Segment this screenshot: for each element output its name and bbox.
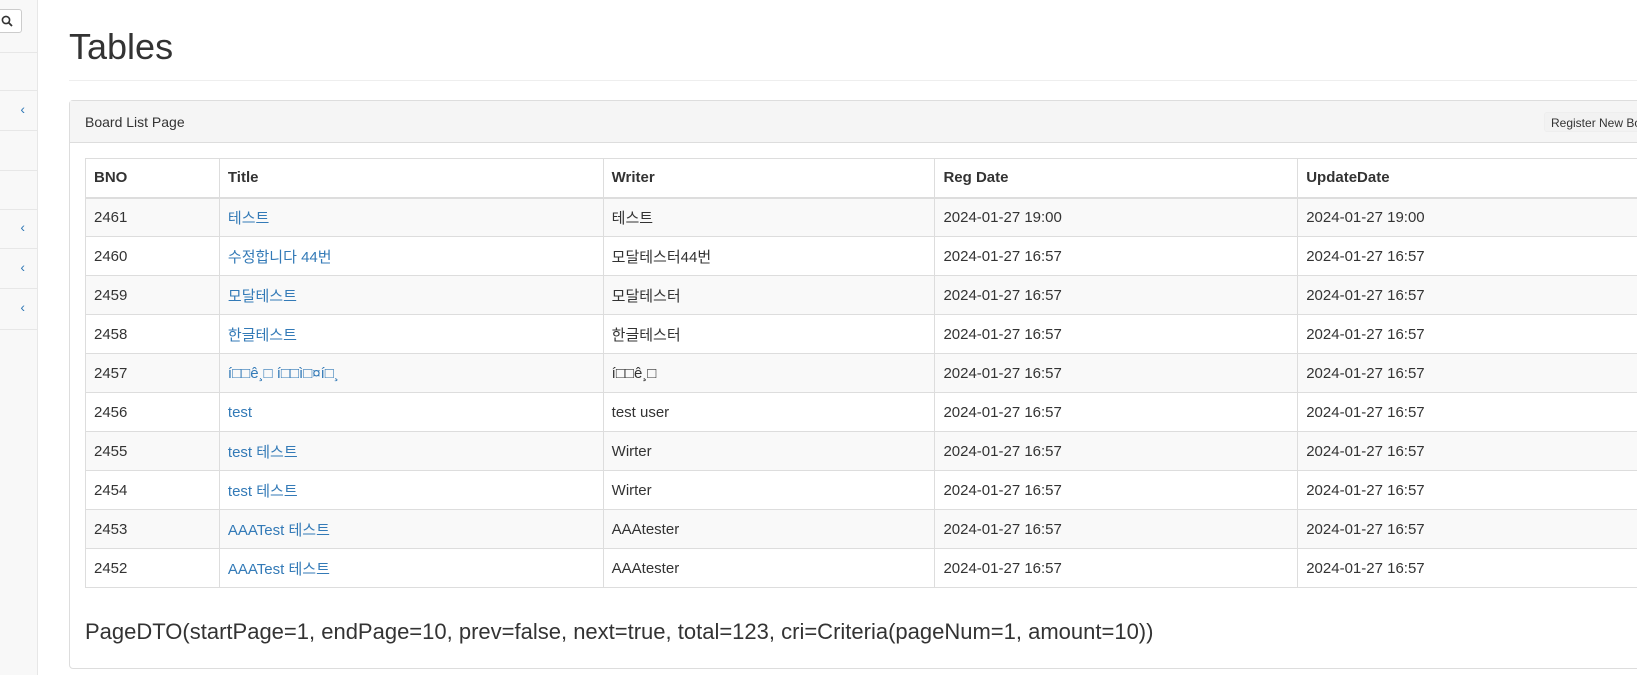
sidebar-item-1[interactable]	[0, 53, 38, 91]
sidebar-item-5[interactable]: ‹	[0, 210, 38, 249]
table-row: 2457 í□□ê¸□ í□□ì□¤í□¸ í□□ê¸□ 2024-01-27 16:…	[85, 353, 1637, 393]
board-title-link[interactable]: 테스트	[228, 210, 269, 227]
cell-bno: 2458	[85, 314, 220, 354]
cell-bno: 2454	[85, 470, 220, 510]
cell-title: 한글테스트	[218, 314, 604, 354]
cell-title: AAATest 테스트	[218, 509, 604, 549]
board-panel: Board List Page Register New Bo BNO Titl…	[69, 100, 1637, 669]
cell-writer: 테스트	[602, 197, 936, 237]
page-title: Tables	[69, 26, 174, 67]
cell-title: AAATest 테스트	[218, 548, 604, 588]
board-title-link[interactable]: test 테스트	[228, 483, 298, 500]
cell-update-date: 2024-01-27 16:57	[1297, 509, 1637, 549]
cell-reg-date: 2024-01-27 16:57	[934, 275, 1299, 315]
cell-reg-date: 2024-01-27 16:57	[934, 548, 1299, 588]
table-row: 2460 수정합니다 44번 모달테스터44번 2024-01-27 16:57 202…	[85, 236, 1637, 276]
header-writer: Writer	[602, 158, 936, 199]
table-row: 2453 AAATest 테스트 AAAtester 2024-01-27 16:57…	[85, 509, 1637, 549]
board-title-link[interactable]: test	[228, 404, 252, 421]
board-title-link[interactable]: AAATest 테스트	[228, 561, 330, 578]
header-bno: BNO	[85, 158, 220, 199]
panel-heading: Board List Page Register New Bo	[70, 101, 1637, 143]
cell-bno: 2460	[85, 236, 220, 276]
chevron-left-icon: ‹	[20, 259, 25, 275]
cell-reg-date: 2024-01-27 16:57	[934, 431, 1299, 471]
cell-writer: Wirter	[602, 470, 936, 510]
cell-reg-date: 2024-01-27 16:57	[934, 470, 1299, 510]
cell-writer: test user	[602, 392, 936, 432]
cell-update-date: 2024-01-27 16:57	[1297, 275, 1637, 315]
header-update-date: UpdateDate	[1297, 158, 1637, 199]
sidebar-item-6[interactable]: ‹	[0, 249, 38, 289]
cell-title: 모달테스트	[218, 275, 604, 315]
board-title-link[interactable]: AAATest 테스트	[228, 522, 330, 539]
cell-title: test	[218, 392, 604, 432]
cell-update-date: 2024-01-27 16:57	[1297, 548, 1637, 588]
table-row: 2459 모달테스트 모달테스터 2024-01-27 16:57 2024-01-27…	[85, 275, 1637, 315]
cell-title: 수정합니다 44번	[218, 236, 604, 276]
cell-bno: 2453	[85, 509, 220, 549]
sidebar: ‹ ‹ ‹ ‹	[0, 0, 38, 675]
cell-update-date: 2024-01-27 16:57	[1297, 392, 1637, 432]
cell-update-date: 2024-01-27 16:57	[1297, 314, 1637, 354]
page-dto-text: PageDTO(startPage=1, endPage=10, prev=fa…	[85, 619, 1154, 644]
sidebar-item-3[interactable]	[0, 131, 38, 171]
cell-update-date: 2024-01-27 16:57	[1297, 431, 1637, 471]
board-title-link[interactable]: 수정합니다 44번	[228, 249, 332, 266]
board-title-link[interactable]: í□□ê¸□ í□□ì□¤í□¸	[228, 365, 339, 382]
cell-writer: 모달테스터	[602, 275, 936, 315]
sidebar-item-7[interactable]: ‹	[0, 289, 38, 330]
panel-title: Board List Page	[85, 114, 185, 130]
table-row: 2458 한글테스트 한글테스터 2024-01-27 16:57 2024-01-27…	[85, 314, 1637, 354]
cell-writer: AAAtester	[602, 548, 936, 588]
cell-writer: AAAtester	[602, 509, 936, 549]
table-row: 2461 테스트 테스트 2024-01-27 19:00 2024-01-27 19:…	[85, 197, 1637, 237]
cell-title: test 테스트	[218, 431, 604, 471]
cell-update-date: 2024-01-27 16:57	[1297, 236, 1637, 276]
board-title-link[interactable]: test 테스트	[228, 444, 298, 461]
cell-reg-date: 2024-01-27 16:57	[934, 314, 1299, 354]
cell-writer: 한글테스터	[602, 314, 936, 354]
cell-reg-date: 2024-01-27 16:57	[934, 392, 1299, 432]
chevron-left-icon: ‹	[20, 101, 25, 117]
board-title-link[interactable]: 모달테스트	[228, 288, 297, 305]
header-reg-date: Reg Date	[934, 158, 1299, 199]
cell-bno: 2452	[85, 548, 220, 588]
cell-writer: 모달테스터44번	[602, 236, 936, 276]
cell-bno: 2459	[85, 275, 220, 315]
cell-reg-date: 2024-01-27 16:57	[934, 236, 1299, 276]
cell-title: 테스트	[218, 197, 604, 237]
sidebar-item-search	[0, 0, 38, 53]
page-header: Tables	[69, 27, 1637, 81]
header-title: Title	[218, 158, 604, 199]
cell-update-date: 2024-01-27 19:00	[1297, 197, 1637, 237]
board-table: BNO Title Writer Reg Date UpdateDate 246…	[85, 158, 1637, 588]
table-row: 2452 AAATest 테스트 AAAtester 2024-01-27 16:57…	[85, 548, 1637, 588]
cell-bno: 2457	[85, 353, 220, 393]
cell-reg-date: 2024-01-27 19:00	[934, 197, 1299, 237]
cell-writer: Wirter	[602, 431, 936, 471]
cell-bno: 2455	[85, 431, 220, 471]
chevron-left-icon: ‹	[20, 219, 25, 235]
table-header-row: BNO Title Writer Reg Date UpdateDate	[85, 158, 1637, 199]
table-row: 2455 test 테스트 Wirter 2024-01-27 16:57 2024-0…	[85, 431, 1637, 471]
cell-update-date: 2024-01-27 16:57	[1297, 353, 1637, 393]
table-row: 2454 test 테스트 Wirter 2024-01-27 16:57 2024-0…	[85, 470, 1637, 510]
board-title-link[interactable]: 한글테스트	[228, 327, 297, 344]
cell-bno: 2456	[85, 392, 220, 432]
cell-title: í□□ê¸□ í□□ì□¤í□¸	[218, 353, 604, 393]
sidebar-item-2[interactable]: ‹	[0, 91, 38, 131]
sidebar-item-4[interactable]	[0, 171, 38, 210]
cell-writer: í□□ê¸□	[602, 353, 936, 393]
cell-reg-date: 2024-01-27 16:57	[934, 509, 1299, 549]
chevron-left-icon: ‹	[20, 299, 25, 315]
cell-reg-date: 2024-01-27 16:57	[934, 353, 1299, 393]
cell-bno: 2461	[85, 197, 220, 237]
table-row: 2456 test test user 2024-01-27 16:57 2024-01…	[85, 392, 1637, 432]
register-new-board-button[interactable]: Register New Bo	[1544, 112, 1637, 132]
cell-title: test 테스트	[218, 470, 604, 510]
cell-update-date: 2024-01-27 16:57	[1297, 470, 1637, 510]
